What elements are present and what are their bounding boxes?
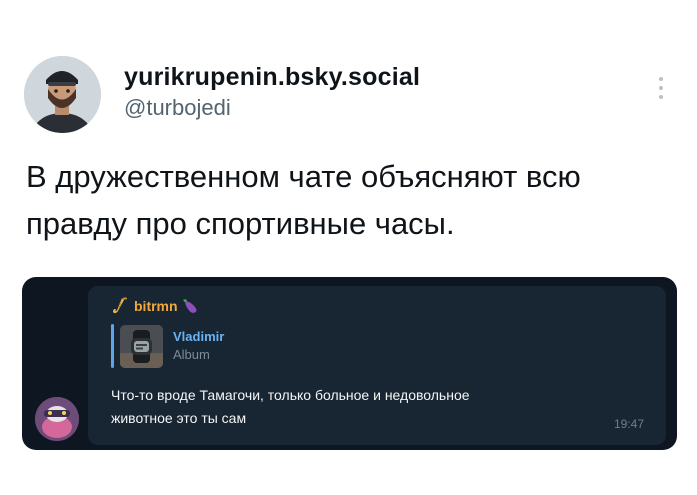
author-handle[interactable]: @turbojedi: [124, 95, 231, 121]
chat-sender-avatar: [35, 397, 79, 441]
post-text: В дружественном чате объясняют всю правд…: [26, 153, 676, 247]
more-vertical-icon[interactable]: [655, 77, 667, 103]
post-text-line-2: правду про спортивные часы.: [26, 206, 455, 241]
chat-message-time: 19:47: [613, 417, 644, 431]
chat-sender-row: bitrmn: [111, 296, 200, 316]
chat-avatar-image: [35, 397, 79, 441]
reply-preview[interactable]: Vladimir Album: [111, 324, 224, 368]
author-display-name[interactable]: yurikrupenin.bsky.social: [124, 63, 420, 92]
watch-photo-thumbnail: [120, 324, 163, 368]
reply-subtitle: Album: [173, 347, 210, 362]
chat-message-line-1: Что-то вроде Тамагочи, только больное и …: [111, 387, 470, 403]
chat-message-line-2: животное это ты сам: [111, 410, 247, 426]
post-text-line-1: В дружественном чате объясняют всю: [26, 159, 581, 194]
chat-sender-name[interactable]: bitrmn: [134, 298, 178, 314]
avatar-image: [24, 56, 101, 133]
reply-accent-bar: [111, 324, 114, 368]
eggplant-icon: [182, 299, 197, 313]
embedded-chat-screenshot[interactable]: bitrmn Vladimir Album Что-то вроде Тамаг…: [22, 277, 677, 450]
chat-message-text: Что-то вроде Тамагочи, только больное и …: [111, 384, 611, 430]
reply-text: Vladimir Album: [173, 328, 224, 364]
reply-author-name: Vladimir: [173, 329, 225, 344]
reply-thumbnail: [120, 324, 163, 368]
chat-message-bubble[interactable]: bitrmn Vladimir Album Что-то вроде Тамаг…: [88, 286, 666, 445]
author-avatar[interactable]: [24, 56, 101, 133]
saxophone-icon: [113, 297, 127, 314]
